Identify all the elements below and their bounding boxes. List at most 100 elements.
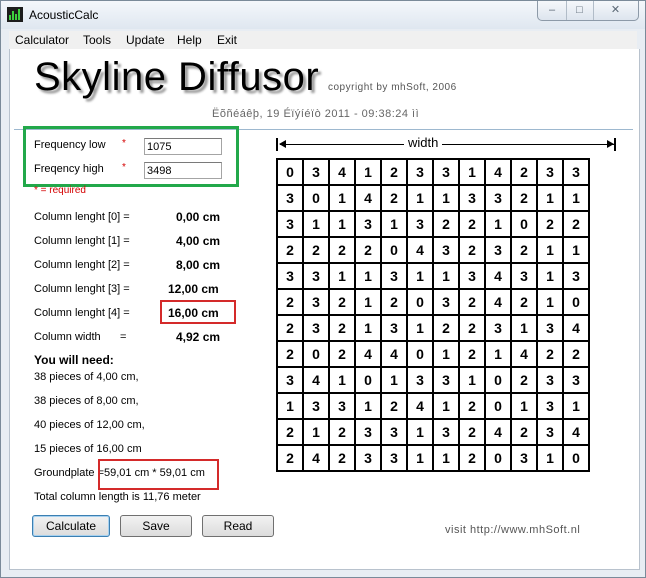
grid-cell: 2 <box>330 290 356 316</box>
grid-cell: 4 <box>330 160 356 186</box>
grid-cell: 2 <box>512 420 538 446</box>
grid-cell: 1 <box>538 290 564 316</box>
grid-cell: 2 <box>460 446 486 472</box>
menu-calculator[interactable]: Calculator <box>15 33 69 47</box>
grid-cell: 4 <box>486 160 512 186</box>
window-title: AcousticCalc <box>29 8 99 22</box>
visit-link[interactable]: visit http://www.mhSoft.nl <box>445 524 580 536</box>
app-heading: Skyline Diffusor <box>34 55 320 99</box>
grid-cell: 3 <box>382 264 408 290</box>
column-length-value: 0,00 cm <box>176 210 221 224</box>
grid-cell: 2 <box>278 420 304 446</box>
grid-cell: 4 <box>486 290 512 316</box>
close-icon[interactable]: ✕ <box>593 1 638 20</box>
column-length-label: Column lenght [0] = <box>34 211 130 223</box>
grid-cell: 4 <box>356 186 382 212</box>
maximize-icon[interactable]: □ <box>566 1 594 20</box>
grid-cell: 1 <box>512 316 538 342</box>
datetime-text: Ëõñéáêþ, 19 Éïýíéïò 2011 - 09:38:24 ìì <box>212 108 420 120</box>
minimize-icon[interactable]: – <box>538 1 567 20</box>
title-bar[interactable]: AcousticCalc – □ ✕ <box>1 1 645 29</box>
grid-cell: 1 <box>278 394 304 420</box>
grid-cell: 2 <box>460 290 486 316</box>
grid-cell: 0 <box>304 342 330 368</box>
grid-cell: 2 <box>512 160 538 186</box>
menu-help[interactable]: Help <box>177 33 202 47</box>
grid-width-label: width <box>404 135 443 150</box>
column-length-value: 12,00 cm <box>168 282 219 296</box>
grid-cell: 1 <box>538 446 564 472</box>
grid-cell: 3 <box>278 212 304 238</box>
total-length-text: Total column length is 11,76 meter <box>34 491 201 503</box>
grid-cell: 2 <box>356 238 382 264</box>
menu-update[interactable]: Update <box>126 33 165 47</box>
grid-cell: 0 <box>356 368 382 394</box>
grid-cell: 3 <box>512 446 538 472</box>
grid-cell: 1 <box>512 394 538 420</box>
grid-cell: 3 <box>304 316 330 342</box>
grid-cell: 0 <box>408 290 434 316</box>
grid-cell: 3 <box>434 160 460 186</box>
grid-cell: 1 <box>304 420 330 446</box>
column-width-label: Column width <box>34 331 101 343</box>
grid-row: 331131134313 <box>278 264 590 290</box>
required-marker: * <box>122 138 126 149</box>
grid-row: 133124120131 <box>278 394 590 420</box>
grid-cell: 4 <box>512 342 538 368</box>
freq-high-input[interactable] <box>144 162 222 179</box>
grid-cell: 1 <box>356 290 382 316</box>
grid-cell: 1 <box>356 264 382 290</box>
grid-cell: 2 <box>460 420 486 446</box>
grid-cell: 3 <box>434 420 460 446</box>
required-marker: * <box>122 162 126 173</box>
grid-cell: 3 <box>356 212 382 238</box>
calculate-button[interactable]: Calculate <box>32 515 110 537</box>
grid-cell: 4 <box>382 342 408 368</box>
grid-cell: 1 <box>486 342 512 368</box>
column-length-label: Column lenght [1] = <box>34 235 130 247</box>
grid-cell: 1 <box>356 160 382 186</box>
menu-tools[interactable]: Tools <box>83 33 111 47</box>
column-length-label: Column lenght [4] = <box>34 307 130 319</box>
grid-cell: 3 <box>460 264 486 290</box>
grid-cell: 2 <box>330 446 356 472</box>
grid-cell: 1 <box>538 186 564 212</box>
app-window: AcousticCalc – □ ✕ Calculator Tools Upda… <box>0 0 646 578</box>
width-arrow-left-bar <box>276 138 278 151</box>
grid-cell: 2 <box>382 160 408 186</box>
grid-cell: 3 <box>486 316 512 342</box>
grid-cell: 1 <box>564 238 590 264</box>
grid-cell: 0 <box>486 368 512 394</box>
grid-cell: 2 <box>460 394 486 420</box>
grid-cell: 2 <box>278 238 304 264</box>
width-arrow-right-bar <box>614 138 616 151</box>
grid-cell: 1 <box>304 212 330 238</box>
read-button[interactable]: Read <box>202 515 274 537</box>
grid-row: 311313221022 <box>278 212 590 238</box>
grid-cell: 2 <box>460 316 486 342</box>
grid-cell: 2 <box>278 446 304 472</box>
grid-cell: 2 <box>278 290 304 316</box>
grid-cell: 1 <box>460 368 486 394</box>
grid-cell: 3 <box>278 264 304 290</box>
grid-row: 212331324234 <box>278 420 590 446</box>
grid-cell: 2 <box>512 186 538 212</box>
grid-cell: 2 <box>512 238 538 264</box>
width-arrow-right-icon <box>607 140 614 148</box>
grid-row: 034123314233 <box>278 160 590 186</box>
grid-cell: 3 <box>408 160 434 186</box>
menu-bar: Calculator Tools Update Help Exit <box>9 31 637 50</box>
freq-low-input[interactable] <box>144 138 222 155</box>
grid-cell: 2 <box>460 212 486 238</box>
grid-cell: 3 <box>304 160 330 186</box>
menu-exit[interactable]: Exit <box>217 33 237 47</box>
grid-cell: 2 <box>330 238 356 264</box>
save-button[interactable]: Save <box>120 515 192 537</box>
grid-cell: 3 <box>304 290 330 316</box>
grid-cell: 3 <box>330 394 356 420</box>
grid-row: 242331120310 <box>278 446 590 472</box>
grid-row: 232120324210 <box>278 290 590 316</box>
grid-cell: 2 <box>434 212 460 238</box>
grid-cell: 3 <box>564 368 590 394</box>
need-heading: You will need: <box>34 353 114 367</box>
